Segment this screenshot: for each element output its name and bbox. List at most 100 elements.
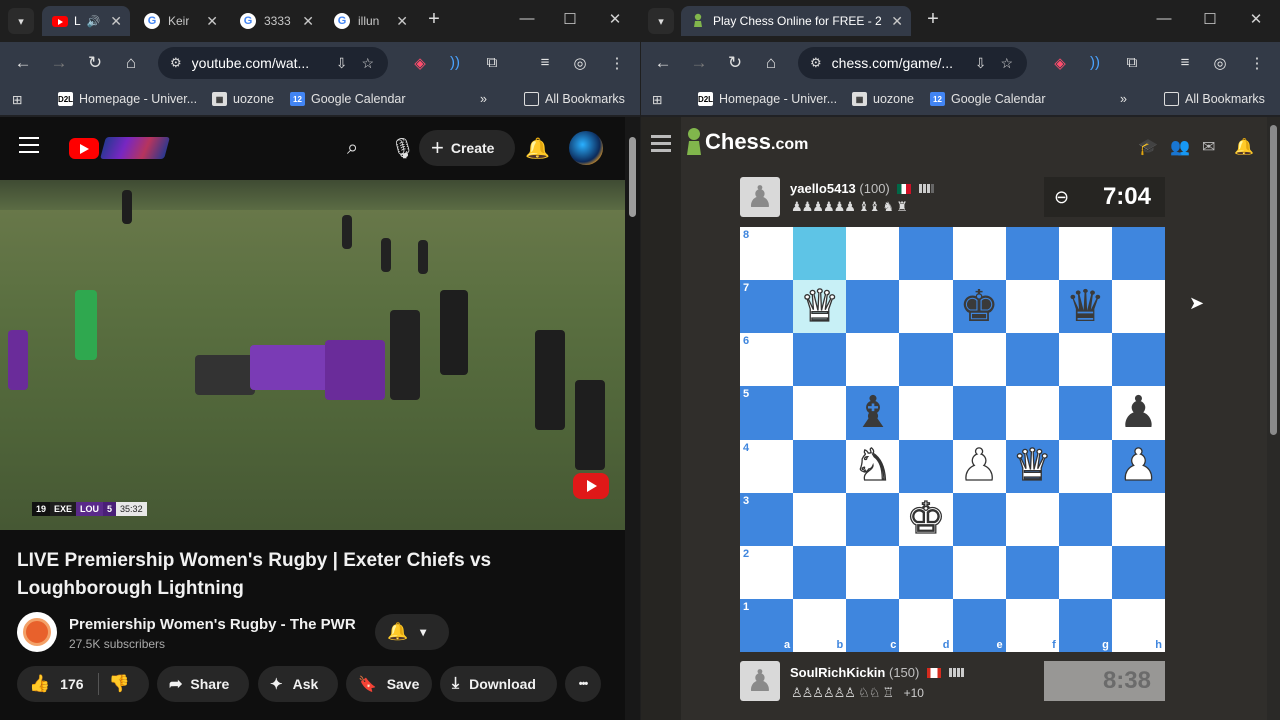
bookmarks-overflow-button[interactable]: »	[480, 92, 487, 106]
scrollbar[interactable]	[1267, 117, 1280, 720]
extension-2-icon[interactable]: ))	[1085, 54, 1105, 71]
reload-icon[interactable]: ↻	[725, 53, 745, 73]
hamburger-menu-icon[interactable]	[19, 137, 39, 153]
square-d3[interactable]: ♚	[899, 492, 953, 546]
install-app-icon[interactable]: ⇩	[336, 55, 348, 72]
chess-logo[interactable]: Chess .com	[685, 127, 808, 157]
square-c8[interactable]	[846, 227, 900, 281]
square-g8[interactable]	[1058, 227, 1112, 281]
share-button[interactable]: ➦ Share	[157, 666, 249, 702]
extension-1-icon[interactable]: ◈	[410, 54, 430, 72]
white-piece-c4[interactable]: ♞	[852, 443, 893, 488]
like-icon[interactable]: 👍	[29, 674, 50, 694]
home-icon[interactable]: ⌂	[761, 53, 781, 73]
media-control-icon[interactable]: ≡	[1175, 54, 1195, 71]
square-b1[interactable]: b	[793, 598, 847, 652]
scrollbar-thumb[interactable]	[1270, 125, 1277, 435]
bookmark-uozone[interactable]: ▦ uozone	[852, 92, 914, 106]
maximize-button[interactable]: ☐	[558, 10, 582, 28]
tab-google-1[interactable]: G Keir ✕	[134, 6, 226, 36]
square-a8[interactable]: 8	[740, 227, 794, 281]
square-a2[interactable]: 2	[740, 545, 794, 599]
back-icon[interactable]: ←	[653, 53, 673, 73]
square-h4[interactable]: ♟	[1111, 439, 1165, 493]
friends-icon[interactable]: 👥	[1170, 137, 1190, 157]
extensions-puzzle-icon[interactable]: ⧉	[482, 54, 502, 71]
square-h8[interactable]	[1111, 227, 1165, 281]
channel-avatar[interactable]	[17, 612, 57, 652]
square-h3[interactable]	[1111, 492, 1165, 546]
white-piece-d3[interactable]: ♚	[906, 496, 947, 541]
square-d5[interactable]	[899, 386, 953, 440]
profile-avatar-icon[interactable]: ◎	[1210, 54, 1230, 72]
extension-1-icon[interactable]: ◈	[1050, 54, 1070, 72]
chess-board[interactable]: 8 7 ♛ ♚ ♛ 6 5 ♝ ♟ 4 ♞ ♟ ♛ ♟ 3 ♚ 2 1 a b c d e f g h	[740, 227, 1165, 652]
square-b8[interactable]	[793, 227, 847, 281]
square-a7[interactable]: 7	[740, 280, 794, 334]
square-c7[interactable]	[846, 280, 900, 334]
top-player-name[interactable]: yaello5413 (100)	[790, 181, 935, 196]
bottom-player-name[interactable]: SoulRichKickin (150)	[790, 665, 964, 680]
square-f8[interactable]	[1005, 227, 1059, 281]
square-a4[interactable]: 4	[740, 439, 794, 493]
microphone-icon[interactable]: 🎙	[390, 136, 415, 161]
square-b7[interactable]: ♛	[793, 280, 847, 334]
black-piece-e7[interactable]: ♚	[959, 284, 998, 329]
white-piece-b7[interactable]: ♛	[799, 284, 840, 329]
home-icon[interactable]: ⌂	[121, 53, 141, 73]
square-g5[interactable]	[1058, 386, 1112, 440]
square-e1[interactable]: e	[952, 598, 1006, 652]
black-piece-c5[interactable]: ♝	[853, 390, 892, 435]
bookmark-homepage[interactable]: D2L Homepage - Univer...	[58, 92, 197, 106]
address-bar[interactable]: ⚙ youtube.com/wat... ⇩ ☆	[158, 47, 388, 79]
back-icon[interactable]: ←	[13, 53, 33, 73]
doodle-logo-icon[interactable]	[100, 137, 170, 159]
close-tab-icon[interactable]: ✕	[110, 13, 122, 30]
close-window-button[interactable]: ✕	[603, 10, 627, 28]
square-g6[interactable]	[1058, 333, 1112, 387]
bookmark-google-calendar[interactable]: 12 Google Calendar	[930, 92, 1046, 106]
square-d1[interactable]: d	[899, 598, 953, 652]
channel-name[interactable]: Premiership Women's Rugby - The PWR	[69, 616, 356, 633]
square-a3[interactable]: 3	[740, 492, 794, 546]
site-info-icon[interactable]: ⚙	[810, 55, 822, 71]
square-b6[interactable]	[793, 333, 847, 387]
tab-google-3[interactable]: G illun ✕	[324, 6, 416, 36]
square-g3[interactable]	[1058, 492, 1112, 546]
notifications-bell-icon[interactable]: 🔔	[1234, 137, 1254, 157]
notifications-bell-icon[interactable]: 🔔	[525, 136, 550, 161]
speaker-icon[interactable]: 🔊	[87, 15, 101, 28]
close-tab-icon[interactable]: ✕	[396, 13, 408, 30]
square-c2[interactable]	[846, 545, 900, 599]
square-f6[interactable]	[1005, 333, 1059, 387]
all-bookmarks-button[interactable]: All Bookmarks	[1164, 92, 1265, 106]
square-b3[interactable]	[793, 492, 847, 546]
bookmark-homepage[interactable]: D2L Homepage - Univer...	[698, 92, 837, 106]
square-c6[interactable]	[846, 333, 900, 387]
square-a6[interactable]: 6	[740, 333, 794, 387]
tab-chess[interactable]: Play Chess Online for FREE - 2 P ✕	[681, 6, 911, 36]
download-button[interactable]: ⤓ Download	[440, 666, 557, 702]
square-d7[interactable]	[899, 280, 953, 334]
square-e4[interactable]: ♟	[952, 439, 1006, 493]
square-f7[interactable]	[1005, 280, 1059, 334]
square-e5[interactable]	[952, 386, 1006, 440]
square-b5[interactable]	[793, 386, 847, 440]
square-b2[interactable]	[793, 545, 847, 599]
square-c3[interactable]	[846, 492, 900, 546]
square-f2[interactable]	[1005, 545, 1059, 599]
square-e7[interactable]: ♚	[952, 280, 1006, 334]
square-c1[interactable]: c	[846, 598, 900, 652]
square-g1[interactable]: g	[1058, 598, 1112, 652]
square-h1[interactable]: h	[1111, 598, 1165, 652]
bottom-player-avatar[interactable]: ♟	[740, 661, 780, 701]
more-actions-button[interactable]: •••	[565, 666, 601, 702]
bookmark-star-icon[interactable]: ☆	[1000, 55, 1013, 72]
top-player-avatar[interactable]: ♟	[740, 177, 780, 217]
all-bookmarks-button[interactable]: All Bookmarks	[524, 92, 625, 106]
address-bar[interactable]: ⚙ chess.com/game/... ⇩ ☆	[798, 47, 1027, 79]
square-d2[interactable]	[899, 545, 953, 599]
square-f4[interactable]: ♛	[1005, 439, 1059, 493]
square-h7[interactable]	[1111, 280, 1165, 334]
ask-button[interactable]: ✦ Ask	[258, 666, 338, 702]
